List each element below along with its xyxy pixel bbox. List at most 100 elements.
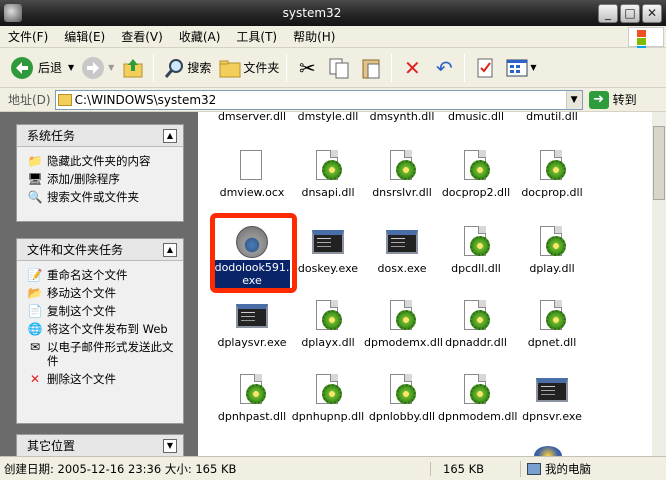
views-button[interactable]: ▼ (501, 52, 539, 84)
file-name: dmutil.dll (526, 112, 578, 123)
file-item[interactable]: dpnsvr.exe (514, 374, 590, 423)
file-item[interactable]: docprop.dll (514, 150, 590, 199)
file-item[interactable]: dpnhupnp.dll (290, 374, 366, 423)
scissors-icon: ✂ (298, 55, 316, 80)
go-button[interactable]: ➜ 转到 (588, 90, 637, 109)
go-arrow-icon: ➜ (588, 90, 609, 109)
file-name: dmserver.dll (217, 112, 287, 123)
file-item[interactable]: dplayx.dll (290, 300, 366, 349)
address-dropdown-icon[interactable]: ▼ (565, 90, 582, 109)
copy-icon: 📄 (27, 304, 43, 318)
scrollbar-thumb[interactable] (653, 126, 665, 200)
file-item[interactable]: dpnet.dll (514, 300, 590, 349)
copy-button[interactable] (323, 52, 355, 84)
task-move-file[interactable]: 📂 移动这个文件 (27, 286, 177, 300)
file-item[interactable]: dpnaddr.dll (438, 300, 514, 349)
task-publish-web[interactable]: 🌐 将这个文件发布到 Web (27, 322, 177, 336)
menu-tools[interactable]: 工具(T) (228, 28, 285, 45)
file-name: dnsapi.dll (301, 186, 355, 199)
toolbar-separator (286, 53, 288, 82)
collapse-icon[interactable]: ▼ (163, 438, 177, 453)
back-arrow-icon (9, 55, 35, 81)
file-item[interactable]: dosx.exe (364, 226, 440, 275)
menu-help[interactable]: 帮助(H) (285, 28, 343, 45)
file-name: dpnaddr.dll (445, 336, 507, 349)
task-hide-folder[interactable]: 📁 隐藏此文件夹的内容 (27, 154, 177, 168)
vertical-scrollbar[interactable] (652, 112, 666, 456)
task-label: 移动这个文件 (47, 286, 116, 300)
collapse-icon[interactable]: ▲ (163, 128, 177, 143)
forward-dropdown-icon[interactable]: ▼ (108, 63, 114, 72)
status-size: 165 KB (430, 461, 520, 476)
collapse-icon[interactable]: ▲ (163, 242, 177, 257)
file-item[interactable]: dpnhpast.dll (214, 374, 290, 423)
file-name: dpnsvr.exe (522, 410, 582, 423)
folders-button[interactable]: 文件夹 (214, 52, 282, 84)
file-tasks-header[interactable]: 文件和文件夹任务 ▲ (17, 239, 183, 261)
task-search-files[interactable]: 🔍 搜索文件或文件夹 (27, 190, 177, 204)
file-item[interactable]: doskey.exe (290, 226, 366, 275)
search-button[interactable]: 搜索 (158, 52, 214, 84)
task-delete-file[interactable]: ✕ 删除这个文件 (27, 372, 177, 386)
address-input[interactable]: C:\WINDOWS\system32 ▼ (54, 89, 583, 110)
file-item[interactable]: dmsynth.dll (364, 112, 440, 123)
file-item[interactable]: dnsapi.dll (290, 150, 366, 199)
task-label: 隐藏此文件夹的内容 (47, 154, 151, 168)
delete-button[interactable]: ✕ (396, 52, 428, 84)
file-name: dmstyle.dll (297, 112, 359, 123)
file-item[interactable]: dmserver.dll (214, 112, 290, 123)
task-email-file[interactable]: ✉ 以电子邮件形式发送此文件 (27, 340, 177, 368)
back-dropdown-icon[interactable]: ▼ (68, 63, 74, 72)
file-item[interactable]: dpmodemx.dll (364, 300, 443, 349)
back-button[interactable]: 后退 ▼ (6, 52, 77, 84)
properties-button[interactable] (469, 52, 501, 84)
status-bar: 创建日期: 2005-12-16 23:36 大小: 165 KB 165 KB… (0, 456, 666, 480)
windows-logo-icon (628, 27, 664, 61)
file-name: dnsrslvr.dll (372, 186, 432, 199)
paste-button[interactable] (355, 52, 387, 84)
file-item[interactable]: dmutil.dll (514, 112, 590, 123)
menu-file[interactable]: 文件(F) (0, 28, 56, 45)
folders-icon (217, 55, 243, 81)
file-item[interactable]: dnsrslvr.dll (364, 150, 440, 199)
window-icon[interactable] (4, 4, 22, 22)
up-folder-button[interactable] (117, 52, 149, 84)
minimize-button[interactable]: _ (598, 3, 618, 23)
undo-button[interactable]: ↶ (428, 52, 460, 84)
file-item[interactable]: dmview.ocx (214, 150, 290, 199)
task-rename-file[interactable]: 📝 重命名这个文件 (27, 268, 177, 282)
file-item[interactable]: dplaysvr.exe (214, 300, 290, 349)
system-tasks-header[interactable]: 系统任务 ▲ (17, 125, 183, 147)
dll-file-icon (460, 300, 492, 332)
close-button[interactable]: ✕ (642, 3, 662, 23)
views-dropdown-icon[interactable]: ▼ (530, 63, 536, 72)
file-item[interactable]: dmstyle.dll (290, 112, 366, 123)
file-item[interactable]: dpnmodem.dll (438, 374, 518, 423)
search-icon: 🔍 (27, 190, 43, 204)
views-icon (504, 55, 530, 81)
dll-file-icon (236, 374, 268, 406)
file-name: dpnmodem.dll (438, 410, 518, 423)
menu-view[interactable]: 查看(V) (113, 28, 171, 45)
maximize-button[interactable]: □ (620, 3, 640, 23)
file-item[interactable]: dpnlobby.dll (364, 374, 440, 423)
file-name: dpnhupnp.dll (291, 410, 365, 423)
toolbar-separator (391, 53, 393, 82)
task-label: 将这个文件发布到 Web (47, 322, 168, 336)
task-add-remove-programs[interactable]: 🖥 添加/删除程序 (27, 172, 177, 186)
menu-edit[interactable]: 编辑(E) (56, 28, 113, 45)
file-item[interactable]: dplay.dll (514, 226, 590, 275)
dll-file-icon (460, 374, 492, 406)
folder-icon: 📁 (27, 154, 43, 168)
cut-button[interactable]: ✂ (291, 52, 323, 84)
system-tasks-title: 系统任务 (27, 129, 76, 143)
file-item[interactable]: docprop2.dll (438, 150, 514, 199)
other-places-header[interactable]: 其它位置 ▼ (17, 435, 183, 456)
dll-file-icon (386, 150, 418, 182)
forward-button[interactable]: ▼ (77, 52, 117, 84)
menu-favorites[interactable]: 收藏(A) (171, 28, 229, 45)
task-copy-file[interactable]: 📄 复制这个文件 (27, 304, 177, 318)
file-item[interactable]: dmusic.dll (438, 112, 514, 123)
file-item[interactable]: dpcdll.dll (438, 226, 514, 275)
undo-icon: ↶ (435, 55, 453, 80)
